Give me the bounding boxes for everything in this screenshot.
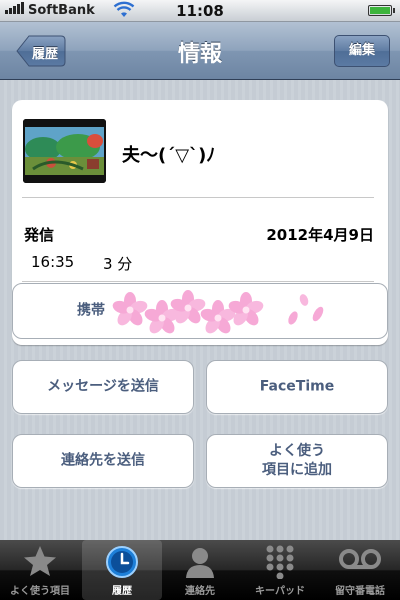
person-icon: [186, 548, 214, 578]
tab-label: 履歴: [112, 586, 132, 597]
add-to-favorites-label: よく使う 項目に追加: [262, 443, 332, 478]
tab-label: よく使う項目: [10, 586, 70, 597]
call-time: 16:35: [31, 253, 75, 271]
facetime-label: FaceTime: [259, 378, 335, 395]
send-message-button[interactable]: メッセージを送信: [12, 360, 194, 414]
send-contact-label: 連絡先を送信: [61, 452, 145, 469]
tab-label: 連絡先: [185, 586, 215, 597]
mobile-number-button[interactable]: 携帯: [12, 283, 388, 339]
clock-time: 11:08: [176, 2, 224, 20]
content-area: 夫〜(´▽`)ﾉ 発信 2012年4月9日 16:35 3 分 携帯 メッセージ…: [0, 80, 400, 540]
call-date: 2012年4月9日: [266, 226, 374, 244]
tab-keypad[interactable]: キーパッド: [240, 540, 320, 600]
clock-icon: [106, 546, 138, 578]
contact-photo[interactable]: [23, 119, 106, 183]
tab-contacts[interactable]: 連絡先: [160, 540, 240, 600]
facetime-button[interactable]: FaceTime: [206, 360, 388, 414]
star-icon: [24, 546, 56, 576]
contact-name: 夫〜(´▽`)ﾉ: [122, 145, 216, 166]
navigation-bar: 履歴 情報 編集: [0, 22, 400, 80]
battery-icon: [368, 5, 395, 16]
tab-voicemail[interactable]: 留守番電話: [320, 540, 400, 600]
keypad-icon: [266, 545, 294, 579]
tab-label: キーパッド: [255, 586, 305, 597]
edit-button[interactable]: 編集: [334, 35, 390, 67]
call-duration: 3 分: [103, 255, 133, 273]
divider: [22, 197, 374, 198]
tab-favorites[interactable]: よく使う項目: [0, 540, 80, 600]
divider: [22, 281, 374, 282]
tab-label: 留守番電話: [335, 586, 385, 597]
tab-bar: よく使う項目 履歴 連絡先 キーパッド 留守番電話: [0, 540, 400, 600]
send-message-label: メッセージを送信: [47, 378, 159, 395]
send-contact-button[interactable]: 連絡先を送信: [12, 434, 194, 488]
call-type: 発信: [24, 226, 55, 244]
status-bar: SoftBank 11:08: [0, 0, 400, 22]
photo-image: [23, 119, 106, 183]
tab-recents[interactable]: 履歴: [82, 540, 162, 600]
voicemail-icon: [339, 549, 381, 569]
sakura-stickers: [111, 290, 324, 334]
mobile-label: 携帯: [77, 302, 105, 319]
add-to-favorites-button[interactable]: よく使う 項目に追加: [206, 434, 388, 488]
